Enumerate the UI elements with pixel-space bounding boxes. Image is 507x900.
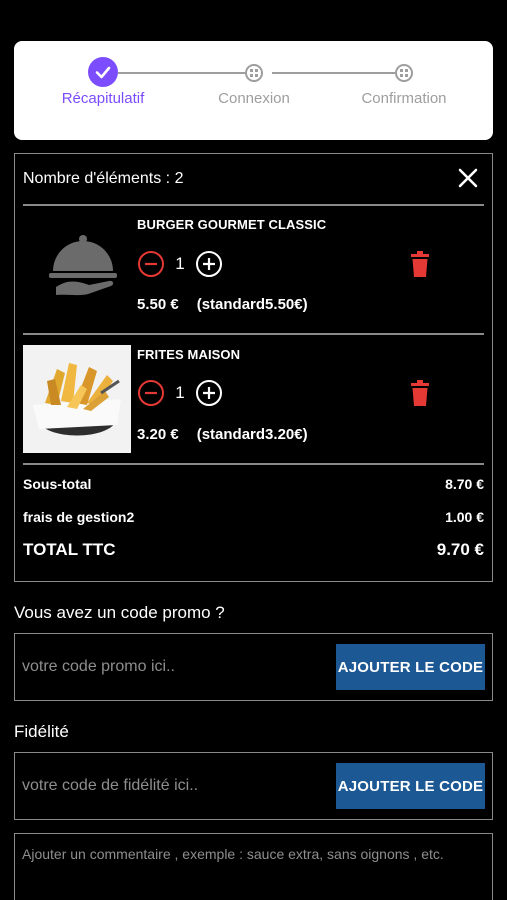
subtotal-label: Sous-total bbox=[23, 476, 92, 492]
total-row: TOTAL TTC 9.70 € bbox=[23, 540, 484, 560]
stepper-connector bbox=[272, 72, 395, 74]
subtotal-row: Sous-total 8.70 € bbox=[23, 476, 484, 492]
minus-circle-icon[interactable] bbox=[137, 379, 165, 407]
fidelity-code-input[interactable] bbox=[22, 769, 322, 803]
step-label-connexion[interactable]: Connexion bbox=[218, 90, 290, 107]
quantity-value: 1 bbox=[175, 254, 185, 273]
promo-code-input[interactable] bbox=[22, 650, 322, 684]
promo-code-box: AJOUTER LE CODE bbox=[14, 633, 493, 701]
total-label: TOTAL TTC bbox=[23, 540, 116, 559]
step-completed-check-icon[interactable] bbox=[88, 57, 118, 87]
plus-circle-icon[interactable] bbox=[195, 379, 223, 407]
fees-value: 1.00 € bbox=[445, 509, 484, 525]
item-standard-price: (standard5.50€) bbox=[196, 296, 308, 313]
minus-circle-icon[interactable] bbox=[137, 250, 165, 278]
item-price: 5.50 € bbox=[137, 296, 179, 313]
step-label-recapitulatif[interactable]: Récapitulatif bbox=[62, 90, 145, 107]
add-promo-code-button[interactable]: AJOUTER LE CODE bbox=[336, 644, 485, 690]
quantity-stepper: 1 bbox=[137, 249, 223, 279]
fidelity-code-box: AJOUTER LE CODE bbox=[14, 752, 493, 820]
cart-item-count: Nombre d'éléments : 2 bbox=[23, 170, 184, 187]
step-pending-icon[interactable] bbox=[245, 64, 263, 82]
plus-circle-icon[interactable] bbox=[195, 250, 223, 278]
trash-icon[interactable] bbox=[409, 380, 431, 406]
serving-cloche-icon bbox=[23, 209, 131, 317]
subtotal-value: 8.70 € bbox=[445, 476, 484, 492]
total-value: 9.70 € bbox=[436, 540, 484, 559]
cart-summary: Nombre d'éléments : 2 BURGER GOURMET CLA… bbox=[14, 153, 493, 582]
item-price: 3.20 € bbox=[137, 426, 179, 443]
quantity-value: 1 bbox=[175, 383, 185, 402]
close-icon[interactable] bbox=[456, 166, 480, 190]
quantity-stepper: 1 bbox=[137, 378, 223, 408]
add-fidelity-code-button[interactable]: AJOUTER LE CODE bbox=[336, 763, 485, 809]
fees-row: frais de gestion2 1.00 € bbox=[23, 509, 484, 525]
step-pending-icon[interactable] bbox=[395, 64, 413, 82]
item-standard-price: (standard3.20€) bbox=[196, 426, 308, 443]
fees-label: frais de gestion2 bbox=[23, 509, 135, 525]
promo-title: Vous avez un code promo ? bbox=[14, 603, 225, 622]
step-label-confirmation[interactable]: Confirmation bbox=[361, 90, 446, 107]
comment-box bbox=[14, 833, 493, 900]
fries-basket-image bbox=[23, 345, 131, 453]
trash-icon[interactable] bbox=[409, 251, 431, 277]
divider bbox=[23, 204, 484, 206]
divider bbox=[23, 333, 484, 335]
stepper-connector bbox=[118, 72, 248, 74]
item-price-row: 3.20 € (standard3.20€) bbox=[137, 426, 308, 443]
fidelity-title: Fidélité bbox=[14, 722, 69, 741]
divider bbox=[23, 463, 484, 465]
comment-textarea[interactable] bbox=[22, 846, 484, 900]
item-name: FRITES MAISON bbox=[137, 347, 241, 362]
checkout-stepper: Récapitulatif Connexion Confirmation bbox=[14, 41, 493, 140]
item-price-row: 5.50 € (standard5.50€) bbox=[137, 296, 308, 313]
item-name: BURGER GOURMET CLASSIC bbox=[137, 217, 327, 232]
